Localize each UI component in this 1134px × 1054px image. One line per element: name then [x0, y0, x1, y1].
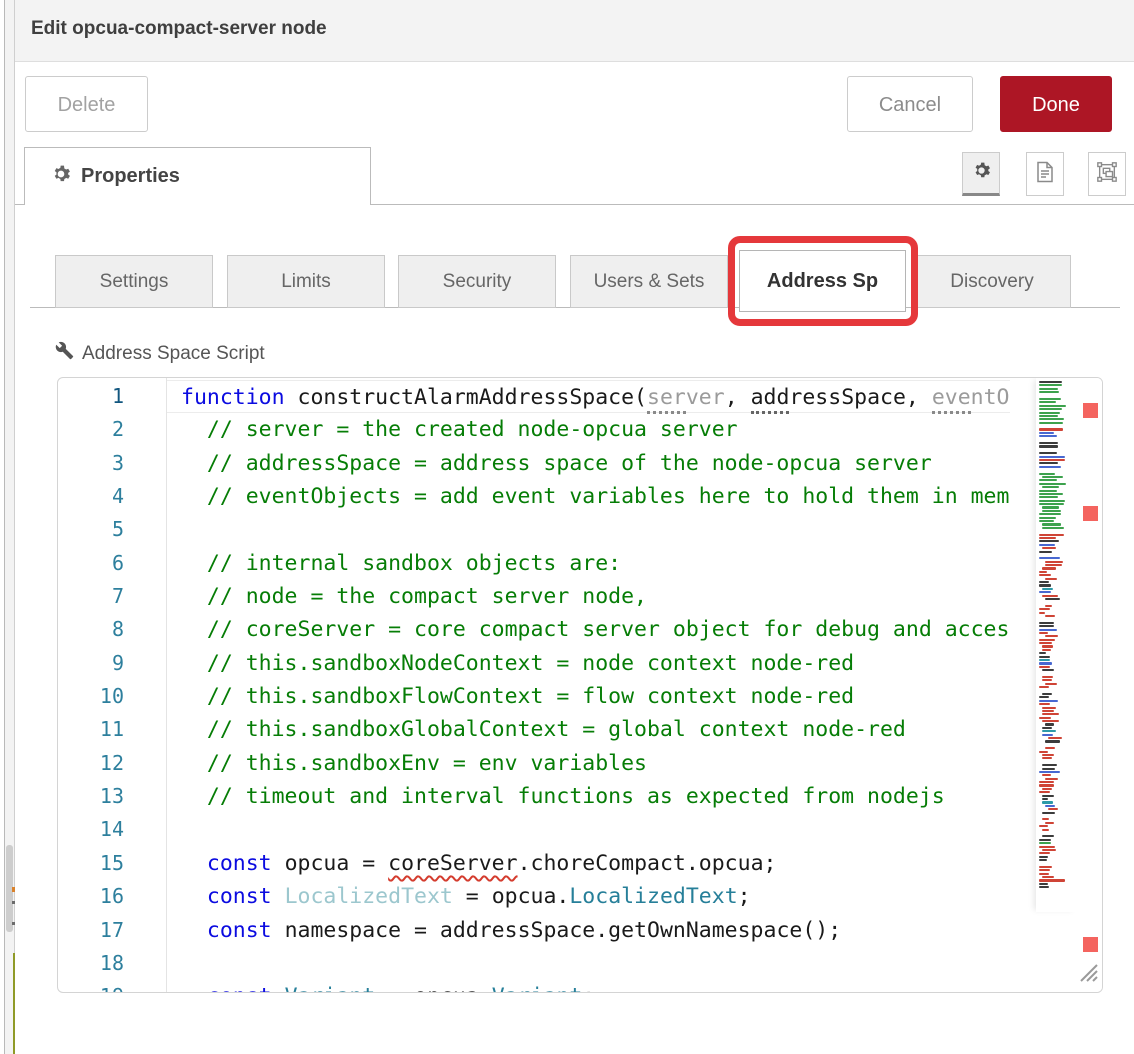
code-text: // addressSpace = address space of the n…: [166, 447, 932, 480]
code-line[interactable]: 16 const LocalizedText = opcua.Localized…: [58, 880, 1102, 913]
properties-tab-label: Properties: [81, 165, 180, 188]
node-properties-button[interactable]: [962, 152, 1000, 196]
line-number: 14: [58, 813, 166, 846]
document-icon: [1035, 161, 1055, 188]
line-number: 13: [58, 780, 166, 813]
code-text: const namespace = addressSpace.getOwnNam…: [166, 914, 841, 947]
line-number: 15: [58, 847, 166, 880]
page-left-divider: [4, 0, 5, 1054]
scroll-annotation-mark: [12, 901, 15, 904]
scroll-annotation-band: [13, 953, 15, 1054]
resize-gripper[interactable]: [1077, 961, 1099, 983]
error-marker[interactable]: [1083, 506, 1098, 521]
node-appearance-button[interactable]: [1088, 152, 1126, 196]
code-line[interactable]: 18: [58, 947, 1102, 980]
gear-icon: [972, 161, 991, 185]
code-text: // coreServer = core compact server obje…: [166, 613, 1009, 646]
code-text: [166, 947, 181, 980]
line-number: 11: [58, 713, 166, 746]
code-line[interactable]: 8 // coreServer = core compact server ob…: [58, 613, 1102, 646]
code-line[interactable]: 6 // internal sandbox objects are:: [58, 547, 1102, 580]
line-number: 12: [58, 747, 166, 780]
dialog-title: Edit opcua-compact-server node: [15, 0, 1134, 40]
code-text: const opcua = coreServer.choreCompact.op…: [166, 847, 776, 880]
code-line[interactable]: 1function constructAlarmAddressSpace(ser…: [58, 380, 1102, 413]
tab-properties[interactable]: Properties: [24, 147, 371, 205]
line-number: 16: [58, 880, 166, 913]
tab-security[interactable]: Security: [398, 255, 556, 308]
appearance-frame-icon: [1096, 161, 1118, 188]
tab-address-sp[interactable]: Address Sp: [739, 250, 906, 312]
code-line[interactable]: 17 const namespace = addressSpace.getOwn…: [58, 914, 1102, 947]
code-line[interactable]: 19 const Variant = opcua.Variant;: [58, 980, 1102, 992]
scroll-annotation-warning: [12, 887, 15, 892]
line-number: 19: [58, 980, 166, 992]
line-number: 2: [58, 413, 166, 446]
delete-button[interactable]: Delete: [25, 76, 148, 132]
dialog-header: Edit opcua-compact-server node: [15, 0, 1134, 62]
code-line[interactable]: 10 // this.sandboxFlowContext = flow con…: [58, 680, 1102, 713]
code-text: // timeout and interval functions as exp…: [166, 780, 945, 813]
gutter-separator: [166, 378, 167, 992]
tab-users-sets[interactable]: Users & Sets: [570, 255, 728, 308]
overview-ruler[interactable]: [1078, 378, 1102, 992]
error-marker[interactable]: [1083, 403, 1098, 418]
code-text: const Variant = opcua.Variant;: [166, 980, 595, 992]
dialog-left-border: [14, 0, 15, 1054]
minimap[interactable]: [1036, 378, 1078, 912]
line-number: 6: [58, 547, 166, 580]
code-text: // this.sandboxGlobalContext = global co…: [166, 713, 906, 746]
line-number: 17: [58, 914, 166, 947]
line-number: 3: [58, 447, 166, 480]
code-editor[interactable]: 1function constructAlarmAddressSpace(ser…: [57, 377, 1103, 993]
code-line[interactable]: 15 const opcua = coreServer.choreCompact…: [58, 847, 1102, 880]
code-text: function constructAlarmAddressSpace(serv…: [166, 380, 1010, 413]
wrench-icon: [55, 341, 74, 366]
code-text: // internal sandbox objects are:: [166, 547, 621, 580]
code-line[interactable]: 4 // eventObjects = add event variables …: [58, 480, 1102, 513]
code-text: const LocalizedText = opcua.LocalizedTex…: [166, 880, 751, 913]
line-number: 1: [58, 380, 166, 413]
code-text: // this.sandboxEnv = env variables: [166, 747, 647, 780]
code-line[interactable]: 7 // node = the compact server node,: [58, 580, 1102, 613]
code-text: // this.sandboxNodeContext = node contex…: [166, 647, 854, 680]
line-number: 8: [58, 613, 166, 646]
node-description-button[interactable]: [1026, 152, 1064, 196]
tab-limits[interactable]: Limits: [227, 255, 385, 308]
line-number: 9: [58, 647, 166, 680]
code-line[interactable]: 12 // this.sandboxEnv = env variables: [58, 747, 1102, 780]
line-number: 18: [58, 947, 166, 980]
code-line[interactable]: 9 // this.sandboxNodeContext = node cont…: [58, 647, 1102, 680]
code-line[interactable]: 13 // timeout and interval functions as …: [58, 780, 1102, 813]
cancel-button[interactable]: Cancel: [847, 76, 973, 132]
error-marker[interactable]: [1083, 937, 1098, 952]
scroll-annotation-mark: [12, 922, 15, 925]
code-text: // this.sandboxFlowContext = flow contex…: [166, 680, 854, 713]
code-line[interactable]: 14: [58, 813, 1102, 846]
edit-node-dialog: Edit opcua-compact-server node Delete Ca…: [0, 0, 1134, 1054]
code-line[interactable]: 5: [58, 513, 1102, 546]
done-button[interactable]: Done: [1000, 76, 1112, 132]
code-line[interactable]: 2 // server = the created node-opcua ser…: [58, 413, 1102, 446]
gear-icon: [51, 164, 71, 189]
code-text: [166, 813, 181, 846]
line-number: 5: [58, 513, 166, 546]
section-header: Address Space Script: [55, 341, 265, 366]
code-line[interactable]: 11 // this.sandboxGlobalContext = global…: [58, 713, 1102, 746]
code-line[interactable]: 3 // addressSpace = address space of the…: [58, 447, 1102, 480]
tab-settings[interactable]: Settings: [55, 255, 213, 308]
code-text: // node = the compact server node,: [166, 580, 647, 613]
code-text: // server = the created node-opcua serve…: [166, 413, 738, 446]
code-text: [166, 513, 181, 546]
line-number: 10: [58, 680, 166, 713]
tab-discovery[interactable]: Discovery: [913, 255, 1071, 308]
line-number: 4: [58, 480, 166, 513]
line-number: 7: [58, 580, 166, 613]
section-title: Address Space Script: [82, 343, 265, 365]
code-lines[interactable]: 1function constructAlarmAddressSpace(ser…: [58, 380, 1102, 992]
code-text: // eventObjects = add event variables he…: [166, 480, 1009, 513]
